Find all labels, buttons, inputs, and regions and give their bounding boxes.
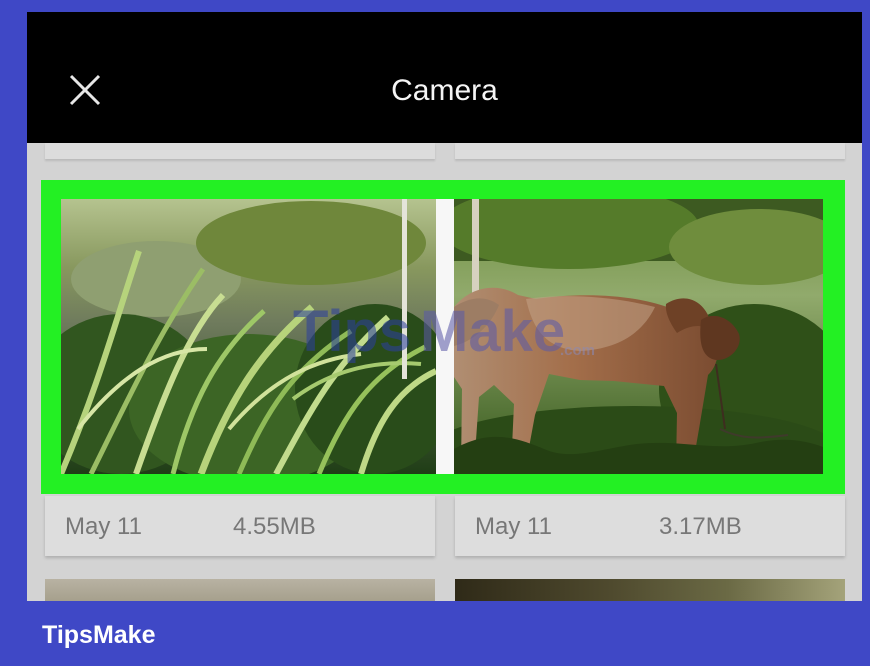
title-bar: Camera	[27, 12, 862, 143]
photo-thumbnail-next-right[interactable]	[455, 579, 845, 601]
camera-gallery-screen: Camera May 11 4.55MB May 11 3.17MB	[27, 12, 862, 601]
previous-row-card-right[interactable]	[455, 143, 845, 159]
cow-photo	[454, 199, 823, 474]
thumbnail-divider	[436, 199, 454, 474]
screenshot-frame: Camera May 11 4.55MB May 11 3.17MB Tips …	[0, 0, 870, 666]
photo-grid[interactable]: May 11 4.55MB May 11 3.17MB	[27, 143, 862, 601]
photo-size: 3.17MB	[659, 513, 742, 540]
photo-thumbnail-next-left[interactable]	[45, 579, 435, 601]
photo-date: May 11	[475, 513, 552, 540]
photo-details-card[interactable]: May 11 4.55MB	[45, 496, 435, 556]
previous-row-card-left[interactable]	[45, 143, 435, 159]
selected-photo-row	[41, 180, 845, 494]
photo-thumbnail-cow[interactable]	[454, 199, 823, 474]
photo-thumbnail-plants[interactable]	[61, 199, 436, 474]
photo-date: May 11	[65, 513, 142, 540]
photo-details-card[interactable]: May 11 3.17MB	[455, 496, 845, 556]
page-title: Camera	[391, 74, 498, 107]
plants-photo	[61, 199, 436, 474]
brand-footer-label: TipsMake	[42, 621, 156, 649]
photo-size: 4.55MB	[233, 513, 316, 540]
